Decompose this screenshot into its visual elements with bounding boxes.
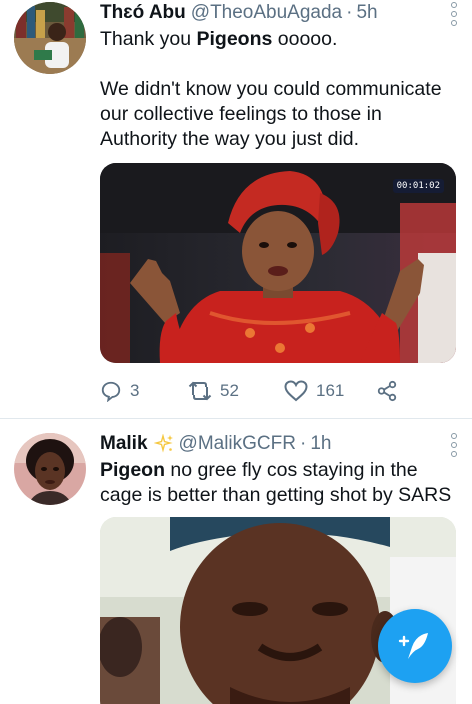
tweet-header: Thɛó Abu @TheoAbuAgada · 5h — [100, 2, 472, 24]
tweet-text: Pigeon no gree fly cos staying in the ca… — [100, 458, 456, 508]
retweet-icon — [188, 381, 212, 401]
reply-icon — [101, 381, 121, 402]
display-name[interactable]: Thɛó Abu — [100, 2, 186, 24]
compose-tweet-icon — [398, 633, 428, 659]
retweet-button[interactable]: 52 — [188, 380, 284, 402]
separator: · — [299, 433, 307, 454]
tweet-header: Malik @MalikGCFR · 1h — [100, 433, 472, 455]
avatar-image — [14, 2, 86, 74]
tweet[interactable]: Thɛó Abu @TheoAbuAgada · 5h Thank you Pi… — [0, 0, 472, 405]
display-name[interactable]: Malik — [100, 433, 148, 455]
sparkles-icon — [153, 434, 174, 454]
timestamp[interactable]: 5h — [356, 2, 377, 24]
tweet-video[interactable]: 00:01:02 — [100, 163, 456, 363]
timestamp[interactable]: 1h — [310, 433, 331, 455]
avatar[interactable] — [14, 2, 86, 74]
tweet-text-segment: ooooo. — [272, 28, 338, 50]
separator: · — [346, 2, 353, 23]
avatar-image — [14, 433, 86, 505]
video-duration-badge: 00:01:02 — [392, 179, 444, 193]
username[interactable]: @TheoAbuAgada — [191, 2, 342, 24]
reply-button[interactable]: 3 — [100, 380, 188, 402]
share-icon — [377, 380, 397, 402]
username[interactable]: @MalikGCFR — [179, 433, 296, 455]
tweet-actions: 3 52 161 — [100, 377, 472, 405]
tweet-text-segment: Thank you — [100, 28, 197, 50]
more-options-icon[interactable] — [450, 433, 458, 457]
tweet-text: Thank you Pigeons ooooo. — [100, 27, 472, 52]
more-options-icon[interactable] — [450, 2, 458, 26]
compose-tweet-button[interactable] — [378, 609, 452, 683]
reply-count: 3 — [130, 381, 140, 400]
retweet-count: 52 — [220, 381, 239, 400]
tweet-text-bold: Pigeon — [100, 459, 166, 481]
share-button[interactable] — [376, 380, 398, 402]
tweet-text-paragraph: We didn't know you could communicate our… — [100, 78, 442, 150]
heart-icon — [284, 380, 308, 402]
avatar[interactable] — [14, 433, 86, 505]
tweet-text-bold: Pigeons — [196, 28, 273, 50]
like-count: 161 — [316, 381, 345, 400]
video-thumbnail — [100, 163, 456, 363]
like-button[interactable]: 161 — [284, 380, 376, 402]
